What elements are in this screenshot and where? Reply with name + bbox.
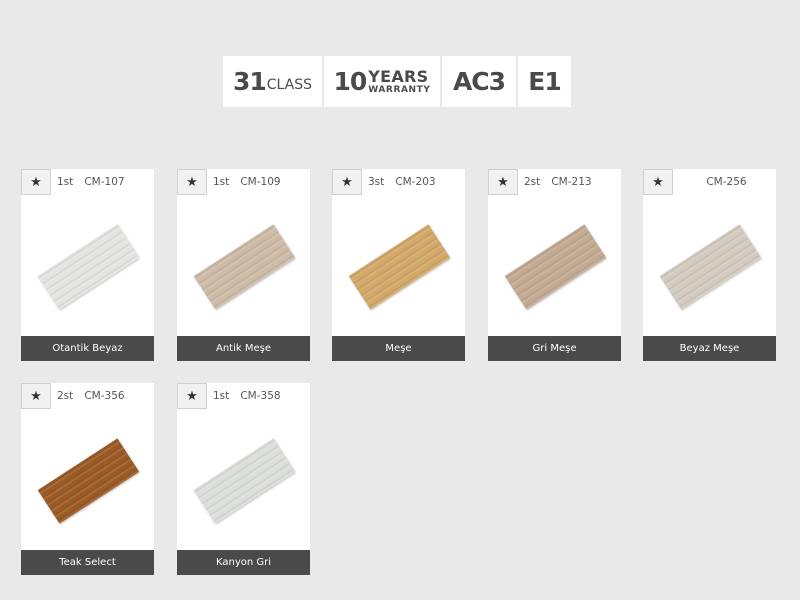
product-rank: 1st: [57, 176, 74, 188]
product-image[interactable]: [488, 199, 621, 334]
class-badge: 31 CLASS: [223, 56, 322, 107]
product-meta: 2st CM-356: [57, 390, 125, 402]
product-code: CM-256: [706, 176, 747, 188]
product-name[interactable]: Teak Select: [21, 550, 154, 575]
product-rank: 1st: [213, 390, 230, 402]
star-icon[interactable]: ★: [177, 383, 207, 409]
emission-label: E1: [528, 67, 561, 96]
emission-badge: E1: [518, 56, 571, 107]
product-card[interactable]: ★ CM-256 Beyaz Meşe: [643, 169, 776, 361]
feature-badges: 31 CLASS 10 YEARS WARRANTY AC3 E1: [223, 56, 571, 107]
product-image[interactable]: [177, 413, 310, 548]
abrasion-label: AC3: [452, 67, 506, 96]
star-icon[interactable]: ★: [21, 383, 51, 409]
star-icon[interactable]: ★: [332, 169, 362, 195]
product-name[interactable]: Beyaz Meşe: [643, 336, 776, 361]
warranty-years-label: YEARS: [368, 66, 429, 86]
floor-plank-image: [193, 437, 295, 524]
warranty-badge: 10 YEARS WARRANTY: [324, 56, 440, 107]
product-rank: 2st: [524, 176, 541, 188]
product-name[interactable]: Gri Meşe: [488, 336, 621, 361]
product-code: CM-213: [551, 176, 592, 188]
product-meta: 1st CM-107: [57, 176, 125, 188]
abrasion-badge: AC3: [442, 56, 516, 107]
product-name[interactable]: Meşe: [332, 336, 465, 361]
star-icon[interactable]: ★: [177, 169, 207, 195]
class-number: 31: [232, 67, 267, 96]
product-code: CM-358: [240, 390, 281, 402]
star-icon[interactable]: ★: [488, 169, 518, 195]
product-image[interactable]: [643, 199, 776, 334]
product-image[interactable]: [21, 413, 154, 548]
floor-plank-image: [37, 437, 139, 524]
product-card[interactable]: ★ 2st CM-356 Teak Select: [21, 383, 154, 575]
product-card[interactable]: ★ 1st CM-358 Kanyon Gri: [177, 383, 310, 575]
product-name[interactable]: Antik Meşe: [177, 336, 310, 361]
product-code: CM-356: [84, 390, 125, 402]
product-code: CM-107: [84, 176, 125, 188]
star-icon[interactable]: ★: [21, 169, 51, 195]
warranty-label: WARRANTY: [368, 84, 431, 95]
floor-plank-image: [659, 223, 761, 310]
floor-plank-image: [348, 223, 450, 310]
product-name[interactable]: Kanyon Gri: [177, 550, 310, 575]
product-meta: 3st CM-203: [368, 176, 436, 188]
product-image[interactable]: [177, 199, 310, 334]
product-image[interactable]: [332, 199, 465, 334]
product-code: CM-203: [395, 176, 436, 188]
product-name[interactable]: Otantik Beyaz: [21, 336, 154, 361]
product-rank: 2st: [57, 390, 74, 402]
product-meta: 1st CM-109: [213, 176, 281, 188]
product-rank: 1st: [213, 176, 230, 188]
product-image[interactable]: [21, 199, 154, 334]
product-meta: CM-256: [679, 176, 747, 188]
product-meta: 2st CM-213: [524, 176, 592, 188]
product-card[interactable]: ★ 2st CM-213 Gri Meşe: [488, 169, 621, 361]
star-icon[interactable]: ★: [643, 169, 673, 195]
product-card[interactable]: ★ 1st CM-107 Otantik Beyaz: [21, 169, 154, 361]
product-rank: 3st: [368, 176, 385, 188]
floor-plank-image: [504, 223, 606, 310]
floor-plank-image: [193, 223, 295, 310]
product-card[interactable]: ★ 1st CM-109 Antik Meşe: [177, 169, 310, 361]
class-label: CLASS: [266, 76, 313, 93]
product-card[interactable]: ★ 3st CM-203 Meşe: [332, 169, 465, 361]
warranty-number: 10: [333, 67, 367, 96]
product-meta: 1st CM-358: [213, 390, 281, 402]
product-code: CM-109: [240, 176, 281, 188]
floor-plank-image: [37, 223, 139, 310]
